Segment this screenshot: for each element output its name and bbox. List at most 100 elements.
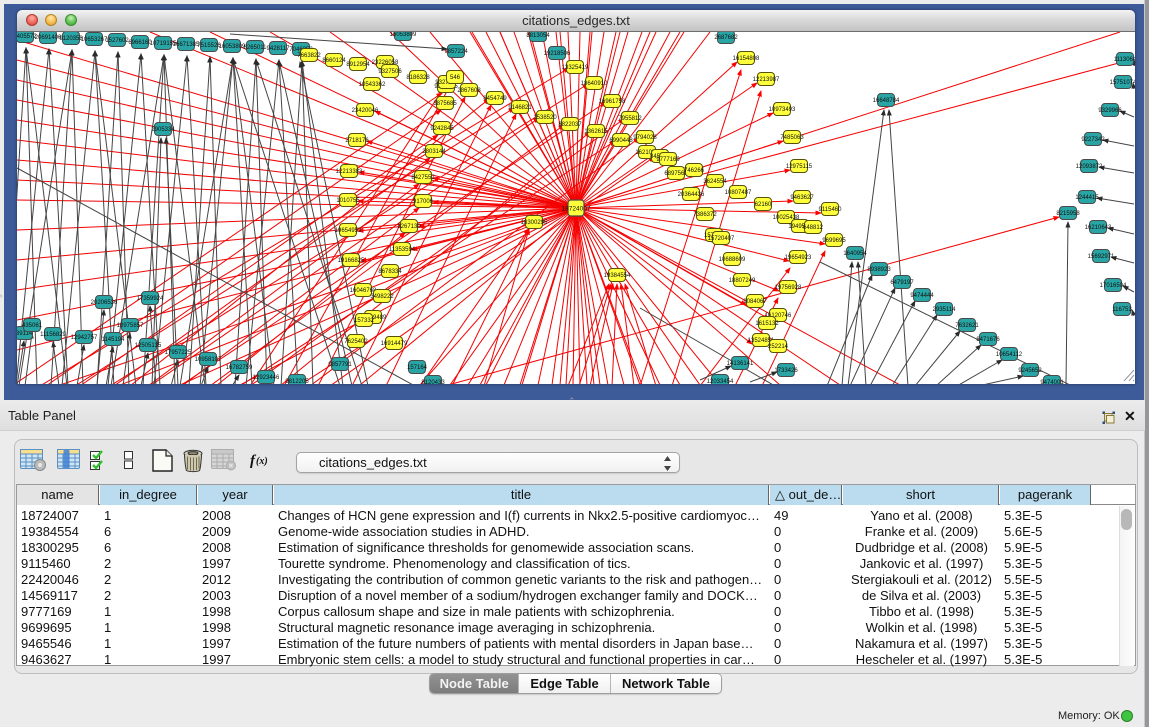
svg-text:12505135: 12505135 <box>135 343 162 349</box>
svg-text:7625402: 7625402 <box>344 339 368 345</box>
svg-text:16914479: 16914479 <box>381 341 408 347</box>
svg-text:8813054: 8813054 <box>526 33 550 39</box>
svg-text:9245652: 9245652 <box>1018 368 1042 374</box>
svg-text:18724007: 18724007 <box>562 206 591 213</box>
svg-text:1244415: 1244415 <box>1075 195 1099 201</box>
svg-text:62160: 62160 <box>755 202 772 208</box>
svg-text:13325419: 13325419 <box>562 65 589 71</box>
svg-text:1113064: 1113064 <box>1114 57 1135 63</box>
svg-text:10688609: 10688609 <box>719 257 746 263</box>
svg-text:10653267: 10653267 <box>81 37 108 43</box>
svg-text:9474444: 9474444 <box>910 293 934 299</box>
svg-text:9327506: 9327506 <box>378 69 402 75</box>
svg-text:16053809: 16053809 <box>219 44 246 50</box>
svg-text:648812: 648812 <box>803 225 824 231</box>
svg-text:19166825: 19166825 <box>338 258 365 264</box>
svg-text:9812205: 9812205 <box>285 379 309 384</box>
svg-text:12923446: 12923446 <box>253 375 280 381</box>
svg-text:(x): (x) <box>256 456 268 467</box>
svg-text:16648784: 16648784 <box>873 98 900 104</box>
svg-text:3875685: 3875685 <box>433 101 457 107</box>
svg-text:10807487: 10807487 <box>725 190 752 196</box>
svg-text:1145194: 1145194 <box>102 337 126 343</box>
svg-text:8938923: 8938923 <box>867 267 891 273</box>
svg-text:8822037: 8822037 <box>558 122 582 128</box>
svg-text:9428117: 9428117 <box>267 46 291 52</box>
svg-text:2803144: 2803144 <box>422 149 446 155</box>
svg-text:10975857: 10975857 <box>117 323 144 329</box>
svg-text:19654953: 19654953 <box>335 228 362 234</box>
svg-text:9115460: 9115460 <box>819 207 843 213</box>
svg-text:20206536: 20206536 <box>91 300 118 306</box>
svg-text:2867608: 2867608 <box>457 88 481 94</box>
svg-text:18640910: 18640910 <box>581 81 608 87</box>
svg-text:435061: 435061 <box>22 323 43 329</box>
svg-text:746266: 746266 <box>684 168 705 174</box>
svg-text:2905334: 2905334 <box>151 127 175 133</box>
svg-text:12942757: 12942757 <box>71 335 98 341</box>
svg-text:8265011: 8265011 <box>244 45 268 51</box>
svg-text:7485063: 7485063 <box>780 135 804 141</box>
svg-text:8120433: 8120433 <box>421 380 445 384</box>
svg-text:252214: 252214 <box>768 344 789 350</box>
svg-text:546: 546 <box>450 75 461 81</box>
svg-text:6990448: 6990448 <box>609 138 633 144</box>
svg-text:9857791: 9857791 <box>328 362 352 368</box>
svg-text:1362615: 1362615 <box>584 129 608 135</box>
svg-text:12213987: 12213987 <box>753 77 780 83</box>
svg-text:8186328: 8186328 <box>406 75 430 81</box>
svg-text:6479197: 6479197 <box>890 280 914 286</box>
svg-text:20364436: 20364436 <box>678 192 705 198</box>
svg-text:11156829: 11156829 <box>40 332 66 338</box>
svg-text:12093872: 12093872 <box>1076 164 1103 170</box>
svg-text:8427552: 8427552 <box>411 175 435 181</box>
svg-text:8215958: 8215958 <box>1056 211 1080 217</box>
svg-text:9242845: 9242845 <box>430 126 454 132</box>
svg-text:15720407: 15720407 <box>708 236 735 242</box>
svg-text:2718176: 2718176 <box>345 138 369 144</box>
svg-text:17359924: 17359924 <box>137 296 164 302</box>
svg-text:16961758: 16961758 <box>599 99 626 105</box>
svg-text:8678334: 8678334 <box>378 269 402 275</box>
svg-text:9777169: 9777169 <box>656 157 680 163</box>
svg-text:12213383: 12213383 <box>336 169 363 175</box>
svg-text:2687682: 2687682 <box>714 35 738 41</box>
svg-text:17016504: 17016504 <box>1100 283 1127 289</box>
svg-text:1538520: 1538520 <box>533 115 557 121</box>
svg-text:9329966: 9329966 <box>1098 108 1122 114</box>
svg-text:12975115: 12975115 <box>786 164 813 170</box>
svg-text:23420046: 23420046 <box>352 108 379 114</box>
svg-text:10958107: 10958107 <box>195 357 222 363</box>
svg-text:18807249: 18807249 <box>729 278 756 284</box>
svg-text:16154808: 16154808 <box>733 56 760 62</box>
svg-text:9227342: 9227342 <box>1081 137 1105 143</box>
svg-text:2935114: 2935114 <box>933 307 957 313</box>
svg-text:7663822: 7663822 <box>297 53 321 59</box>
svg-text:7632621: 7632621 <box>955 323 979 329</box>
svg-text:19384554: 19384554 <box>604 273 631 279</box>
svg-text:16671385: 16671385 <box>173 42 200 48</box>
svg-text:11353594: 11353594 <box>389 247 416 253</box>
svg-text:1010755: 1010755 <box>336 198 360 204</box>
svg-text:15692971: 15692971 <box>1088 254 1115 260</box>
svg-text:7386372: 7386372 <box>693 212 717 218</box>
svg-text:1733426: 1733426 <box>774 368 798 374</box>
svg-text:19654923: 19654923 <box>785 255 812 261</box>
svg-text:10543362: 10543362 <box>359 82 386 88</box>
svg-text:18300295: 18300295 <box>521 220 548 226</box>
svg-text:8471676: 8471676 <box>976 337 1000 343</box>
svg-text:9794028: 9794028 <box>633 135 657 141</box>
svg-text:8454749: 8454749 <box>483 96 507 102</box>
svg-text:9474001: 9474001 <box>1040 380 1064 384</box>
svg-text:8660124: 8660124 <box>322 58 346 64</box>
svg-text:9699695: 9699695 <box>822 238 846 244</box>
svg-text:12033454: 12033454 <box>707 379 734 384</box>
svg-text:17957225: 17957225 <box>165 350 192 356</box>
svg-text:157164: 157164 <box>407 365 428 371</box>
svg-text:116753: 116753 <box>1112 307 1132 313</box>
svg-text:9146821: 9146821 <box>508 105 532 111</box>
svg-text:19756928: 19756928 <box>775 285 802 291</box>
svg-text:8267130: 8267130 <box>397 224 421 230</box>
svg-text:3498222: 3498222 <box>370 294 394 300</box>
svg-text:14136141: 14136141 <box>727 361 754 367</box>
